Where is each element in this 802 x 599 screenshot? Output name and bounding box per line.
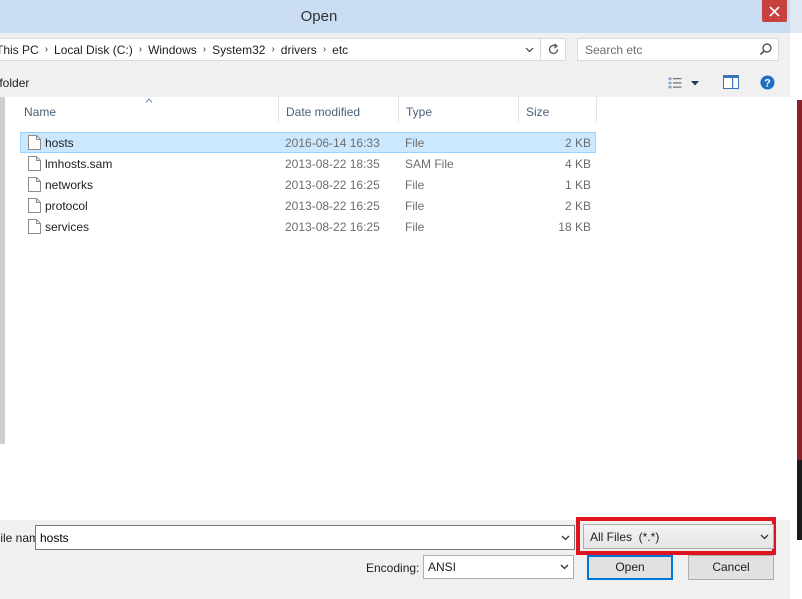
breadcrumb-item[interactable]: etc	[326, 43, 354, 57]
file-type: File	[405, 220, 425, 234]
new-folder-label: New folder	[0, 76, 30, 90]
scrollbar-thumb[interactable]	[0, 97, 5, 444]
file-row[interactable]: hosts 2016-06-14 16:33 File 2 KB	[20, 132, 596, 153]
file-icon	[28, 177, 41, 192]
file-row[interactable]: networks 2013-08-22 16:25 File 1 KB	[20, 174, 596, 195]
file-date-modified: 2013-08-22 16:25	[285, 199, 380, 213]
file-icon-wrapper	[28, 219, 41, 237]
encoding-dropdown-button[interactable]	[556, 556, 573, 578]
file-size: 4 KB	[564, 157, 591, 171]
sort-ascending-icon	[145, 98, 153, 103]
open-button[interactable]: Open	[587, 555, 673, 580]
file-name: hosts	[45, 136, 74, 150]
file-type: File	[405, 136, 425, 150]
chevron-down-icon	[525, 47, 533, 52]
column-header-name[interactable]: Name	[17, 97, 279, 123]
refresh-button[interactable]	[540, 39, 565, 60]
scrollbar[interactable]	[0, 97, 6, 520]
file-icon	[28, 198, 41, 213]
column-header-row: Name Date modified Type Size	[17, 97, 597, 123]
file-rows: hosts 2016-06-14 16:33 File 2 KB lmhosts.sam…	[20, 132, 596, 237]
help-button[interactable]: ?	[760, 75, 775, 93]
file-row[interactable]: services 2013-08-22 16:25 File 18 KB	[20, 216, 596, 237]
encoding-select[interactable]: ANSI	[423, 555, 574, 579]
svg-text:?: ?	[764, 77, 771, 89]
search-input[interactable]	[578, 39, 758, 60]
open-dialog: This PC › Local Disk (C:) › Windows › System32…	[0, 33, 790, 599]
file-list[interactable]: Name Date modified Type Size hosts 2016-0…	[0, 97, 790, 520]
cancel-button[interactable]: Cancel	[688, 555, 774, 580]
chevron-down-icon	[561, 535, 569, 540]
column-header-date[interactable]: Date modified	[279, 97, 399, 123]
breadcrumb-item[interactable]: This PC	[0, 43, 45, 57]
file-type-filter-value: All Files (*.*)	[590, 530, 660, 544]
file-date-modified: 2013-08-22 18:35	[285, 157, 380, 171]
file-date-modified: 2013-08-22 16:25	[285, 178, 380, 192]
file-name-input[interactable]	[36, 526, 551, 549]
change-view-button[interactable]	[668, 75, 706, 91]
title-bar[interactable]: Open	[0, 0, 790, 33]
column-label-type: Type	[406, 105, 433, 119]
encoding-value: ANSI	[428, 560, 457, 574]
window-title: Open	[300, 8, 338, 25]
file-size: 1 KB	[564, 178, 591, 192]
file-name: protocol	[45, 199, 88, 213]
file-row[interactable]: lmhosts.sam 2013-08-22 18:35 SAM File 4 KB	[20, 153, 596, 174]
encoding-label: Encoding:	[366, 561, 420, 575]
file-name-dropdown-button[interactable]	[556, 526, 574, 549]
breadcrumb-item[interactable]: System32	[206, 43, 271, 57]
refresh-icon	[548, 43, 558, 55]
file-name: services	[45, 220, 90, 234]
address-bar[interactable]: This PC › Local Disk (C:) › Windows › System32…	[0, 38, 566, 61]
file-row[interactable]: protocol 2013-08-22 16:25 File 2 KB	[20, 195, 596, 216]
file-type-filter-select[interactable]: All Files (*.*)	[583, 524, 774, 549]
file-size: 18 KB	[558, 220, 591, 234]
breadcrumb-item[interactable]: drivers	[275, 43, 323, 57]
file-type: File	[405, 178, 425, 192]
file-icon-wrapper	[28, 156, 41, 174]
close-button[interactable]	[762, 0, 787, 22]
file-size: 2 KB	[564, 199, 591, 213]
file-type: File	[405, 199, 425, 213]
file-date-modified: 2016-06-14 16:33	[285, 136, 380, 150]
file-type: SAM File	[405, 157, 454, 171]
address-history-button[interactable]	[520, 39, 538, 60]
preview-pane-icon	[723, 75, 739, 89]
file-name-combobox[interactable]	[35, 525, 575, 550]
search-icon	[759, 43, 772, 56]
new-folder-button[interactable]: New folder	[0, 76, 52, 90]
file-icon-wrapper	[28, 135, 41, 153]
caret-down-icon	[691, 80, 699, 85]
breadcrumb: This PC › Local Disk (C:) › Windows › System32…	[0, 39, 354, 60]
file-name: lmhosts.sam	[45, 157, 113, 171]
chevron-down-icon	[560, 564, 569, 570]
column-label-size: Size	[526, 105, 550, 119]
file-name: networks	[45, 178, 94, 192]
file-icon-wrapper	[28, 177, 41, 195]
file-icon	[28, 219, 41, 234]
help-icon: ?	[760, 75, 775, 90]
column-label-date: Date modified	[286, 105, 361, 119]
details-view-icon	[668, 77, 682, 89]
column-header-size[interactable]: Size	[519, 97, 597, 123]
close-icon	[769, 5, 780, 17]
preview-pane-button[interactable]	[723, 75, 739, 92]
chevron-down-icon	[760, 534, 769, 539]
file-size: 2 KB	[564, 136, 591, 150]
file-icon-wrapper	[28, 198, 41, 216]
background-window-edge	[790, 0, 802, 599]
file-icon	[28, 135, 41, 150]
column-header-type[interactable]: Type	[399, 97, 519, 123]
command-toolbar: New folder ?	[0, 69, 790, 97]
search-box[interactable]	[577, 38, 779, 61]
file-icon	[28, 156, 41, 171]
file-type-dropdown-button[interactable]	[756, 525, 773, 548]
column-label-name: Name	[24, 105, 57, 119]
file-date-modified: 2013-08-22 16:25	[285, 220, 380, 234]
breadcrumb-item[interactable]: Local Disk (C:)	[48, 43, 139, 57]
breadcrumb-item[interactable]: Windows	[142, 43, 203, 57]
